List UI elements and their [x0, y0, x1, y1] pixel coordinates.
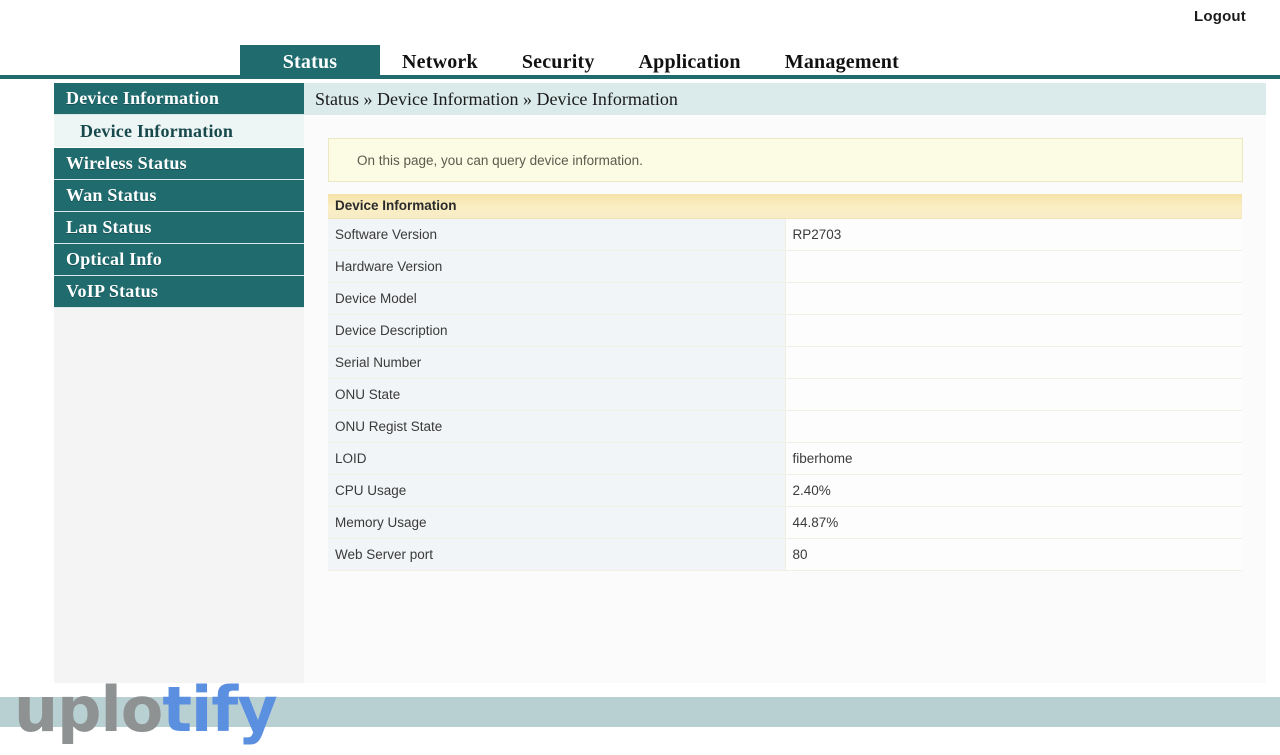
- page-notice: On this page, you can query device infor…: [328, 138, 1243, 182]
- table-cell-label: CPU Usage: [328, 474, 786, 507]
- table-cell-value: 44.87%: [785, 506, 1242, 539]
- menu-item-network[interactable]: Network: [380, 45, 500, 79]
- table-cell-label: Device Model: [328, 282, 786, 315]
- table-row: ONU State: [328, 378, 1242, 411]
- sidebar: Device Information Device Information Wi…: [54, 83, 304, 683]
- page-root: Logout Status Network Security Applicati…: [0, 0, 1280, 755]
- main-menu-bar: Status Network Security Application Mana…: [0, 45, 1280, 79]
- table-row: Web Server port 80: [328, 538, 1242, 571]
- table-cell-value: [785, 410, 1242, 443]
- table-header-title: Device Information: [328, 194, 1242, 219]
- top-bar: Logout: [0, 0, 1280, 45]
- table-cell-label: Web Server port: [328, 538, 786, 571]
- watermark-part-gray: uplo: [14, 673, 163, 746]
- sidebar-item-device-information-group[interactable]: Device Information: [54, 83, 304, 115]
- sidebar-item-lan-status[interactable]: Lan Status: [54, 212, 304, 244]
- table-cell-label: ONU State: [328, 378, 786, 411]
- table-cell-label: Serial Number: [328, 346, 786, 379]
- table-cell-value: fiberhome: [785, 442, 1242, 475]
- table-row: Device Model: [328, 282, 1242, 315]
- table-cell-value: [785, 282, 1242, 315]
- table-head: Device Information: [328, 194, 1242, 219]
- menu-item-application[interactable]: Application: [617, 45, 763, 79]
- main-menu-items: Status Network Security Application Mana…: [240, 45, 921, 79]
- table-row: CPU Usage 2.40%: [328, 474, 1242, 507]
- table-cell-label: Memory Usage: [328, 506, 786, 539]
- sidebar-item-wireless-status[interactable]: Wireless Status: [54, 148, 304, 180]
- breadcrumb: Status » Device Information » Device Inf…: [304, 83, 1266, 115]
- menu-item-status[interactable]: Status: [240, 45, 380, 79]
- table-header-row: Device Information: [328, 194, 1242, 219]
- logout-link[interactable]: Logout: [1194, 8, 1246, 25]
- table-cell-value: [785, 314, 1242, 347]
- table-body: Software Version RP2703 Hardware Version De…: [328, 218, 1242, 571]
- table-row: Software Version RP2703: [328, 218, 1242, 251]
- sidebar-item-device-information[interactable]: Device Information: [54, 115, 304, 148]
- sidebar-item-wan-status[interactable]: Wan Status: [54, 180, 304, 212]
- sidebar-item-voip-status[interactable]: VoIP Status: [54, 276, 304, 308]
- table-cell-value: [785, 378, 1242, 411]
- content-panel: Status » Device Information » Device Inf…: [304, 83, 1266, 683]
- table-cell-label: Software Version: [328, 218, 786, 251]
- watermark-logo: uplotify: [14, 679, 278, 741]
- table-cell-label: Device Description: [328, 314, 786, 347]
- menu-item-security[interactable]: Security: [500, 45, 617, 79]
- table-row: ONU Regist State: [328, 410, 1242, 443]
- table-cell-label: Hardware Version: [328, 250, 786, 283]
- table-cell-label: LOID: [328, 442, 786, 475]
- table-row: Serial Number: [328, 346, 1242, 379]
- table-cell-label: ONU Regist State: [328, 410, 786, 443]
- table-cell-value: [785, 346, 1242, 379]
- table-cell-value: 2.40%: [785, 474, 1242, 507]
- table-cell-value: [785, 250, 1242, 283]
- table-row: Device Description: [328, 314, 1242, 347]
- table-cell-value: RP2703: [785, 218, 1242, 251]
- table-row: Memory Usage 44.87%: [328, 506, 1242, 539]
- table-cell-value: 80: [785, 538, 1242, 571]
- watermark-part-blue: tify: [162, 673, 277, 746]
- menu-item-management[interactable]: Management: [763, 45, 921, 79]
- table-row: LOID fiberhome: [328, 442, 1242, 475]
- sidebar-item-optical-info[interactable]: Optical Info: [54, 244, 304, 276]
- device-information-table: Device Information Software Version RP270…: [328, 194, 1242, 571]
- table-row: Hardware Version: [328, 250, 1242, 283]
